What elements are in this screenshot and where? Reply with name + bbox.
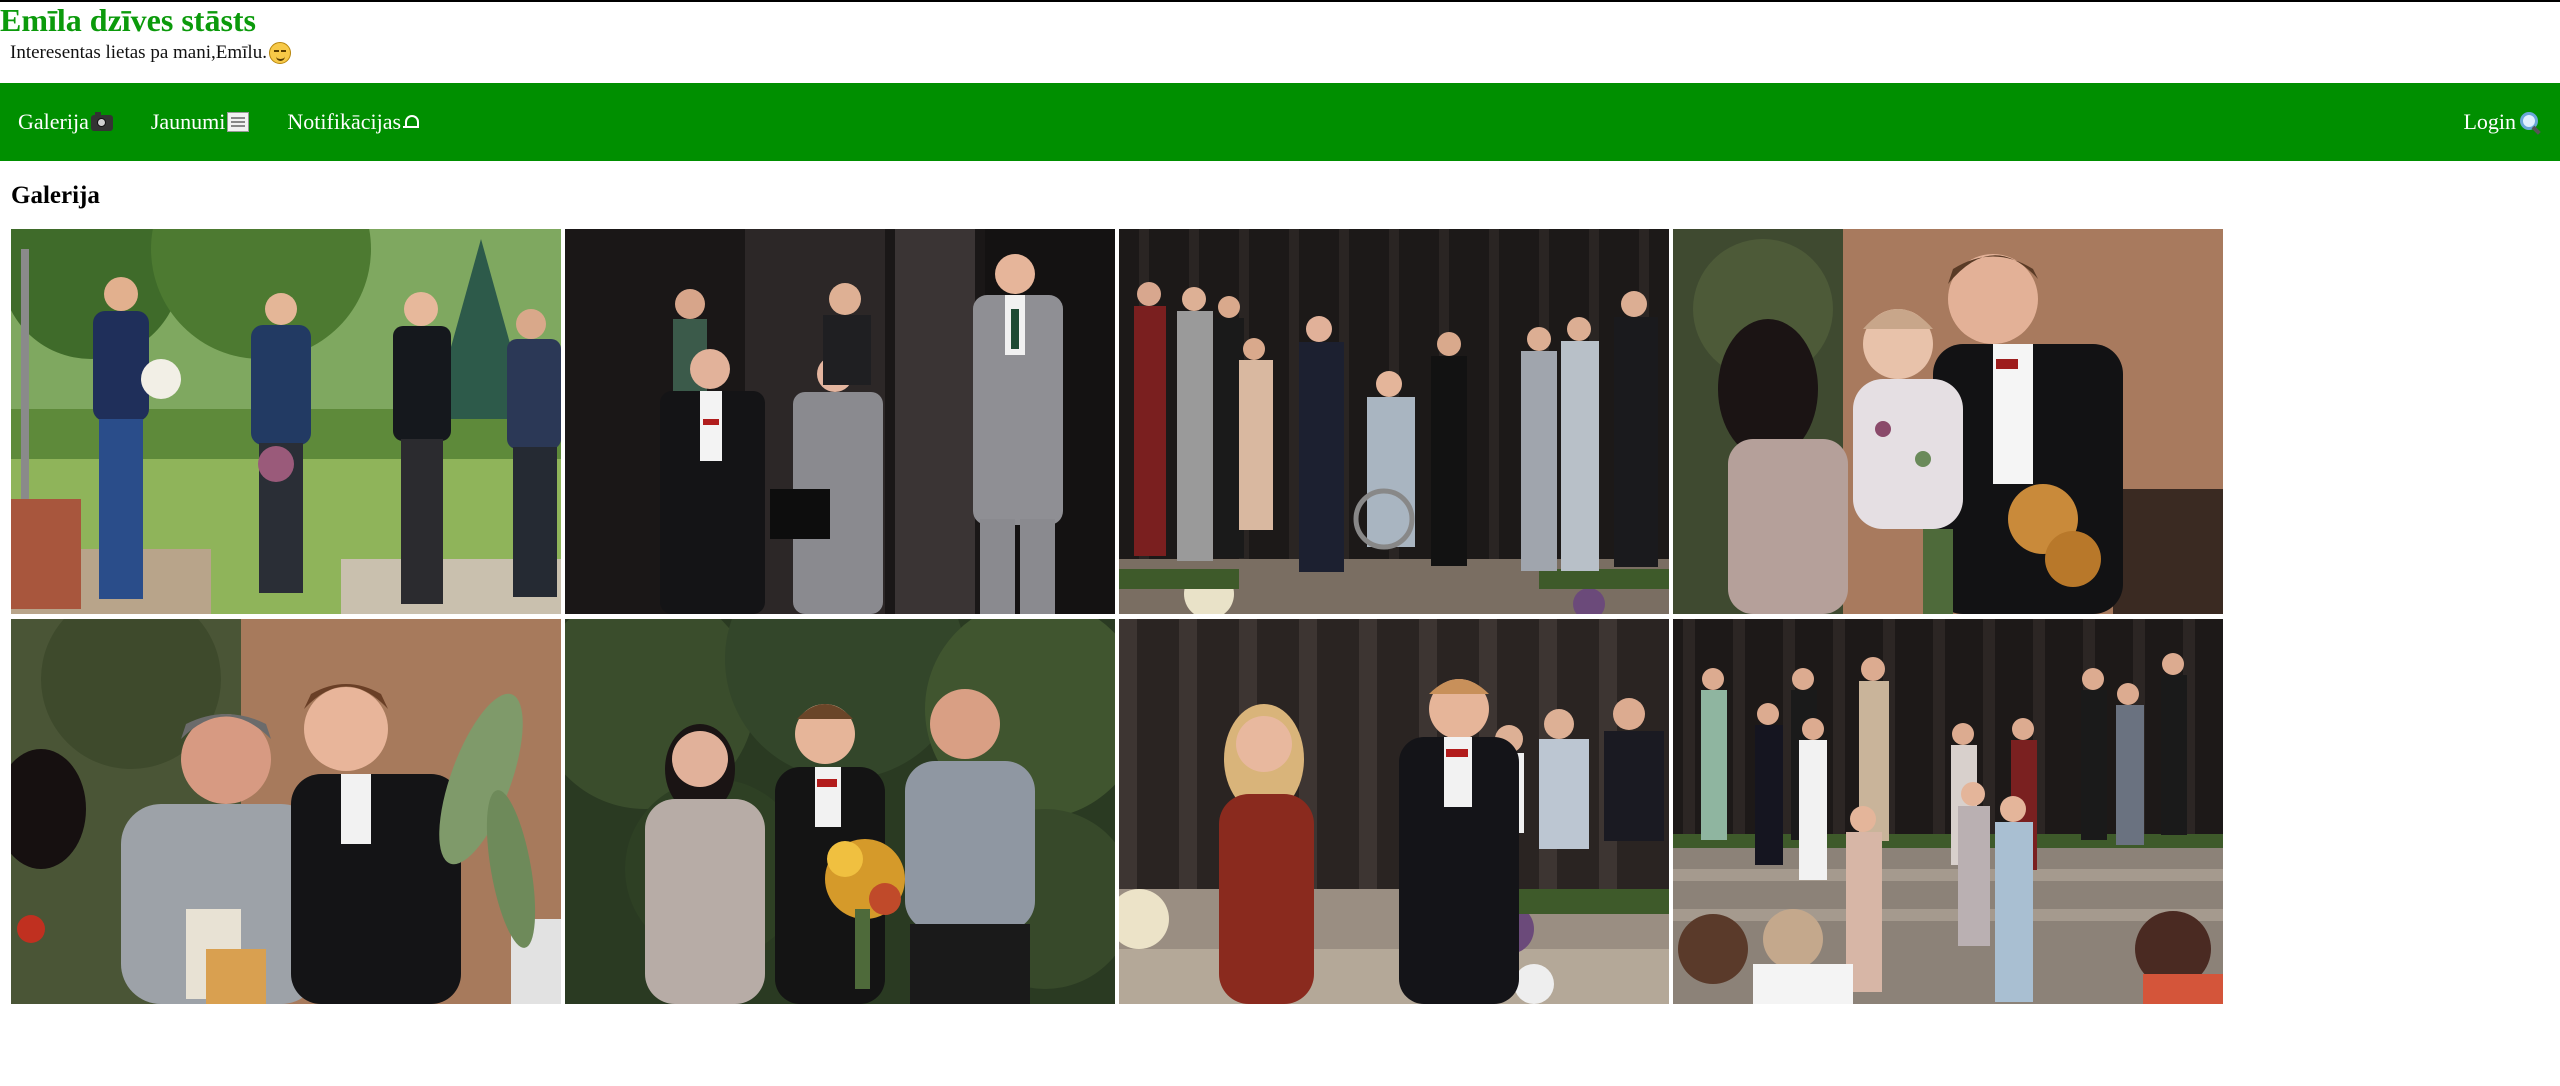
main-content: Galerija <box>0 181 2560 1004</box>
gallery-heading: Galerija <box>11 182 100 209</box>
login-label: Login <box>2463 109 2516 134</box>
nav-item-label: Notifikācijas <box>287 109 402 134</box>
camera-icon <box>90 112 113 131</box>
nav-links: Galerija Jaunumi Notifikācijas <box>18 109 457 135</box>
gallery-photo-family[interactable] <box>1673 229 2223 614</box>
site-subtitle-text: Interesentas lietas pa mani,Emīlu. <box>10 42 267 63</box>
nav-right: Login <box>2463 109 2542 135</box>
main-navbar: Galerija Jaunumi Notifikācijas Login <box>0 83 2560 161</box>
gallery-photo-stage[interactable] <box>565 229 1115 614</box>
login-link[interactable]: Login <box>2463 109 2542 135</box>
smiling-face-icon <box>268 42 291 64</box>
gallery-photo-garden[interactable] <box>565 619 1115 1004</box>
photo-gallery <box>11 229 2227 1004</box>
site-subtitle: Interesentas lietas pa mani,Emīlu. <box>0 38 2560 83</box>
newspaper-icon <box>227 112 250 132</box>
gallery-photo-stage-group[interactable] <box>1119 229 1669 614</box>
nav-item-galerija[interactable]: Galerija <box>18 109 113 135</box>
nav-item-label: Jaunumi <box>150 109 226 134</box>
search-icon <box>2518 110 2542 134</box>
gallery-photo-park[interactable] <box>11 229 561 614</box>
gallery-photo-greeting[interactable] <box>11 619 561 1004</box>
nav-item-label: Galerija <box>18 109 89 134</box>
bell-icon <box>403 114 420 130</box>
site-title: Emīla dzīves stāsts <box>0 2 256 38</box>
nav-item-jaunumi[interactable]: Jaunumi <box>151 109 250 135</box>
gallery-photo-dance[interactable] <box>1119 619 1669 1004</box>
gallery-photo-ceremony[interactable] <box>1673 619 2223 1004</box>
site-header: Emīla dzīves stāsts Interesentas lietas … <box>0 2 2560 83</box>
nav-item-notifikacijas[interactable]: Notifikācijas <box>287 109 420 135</box>
